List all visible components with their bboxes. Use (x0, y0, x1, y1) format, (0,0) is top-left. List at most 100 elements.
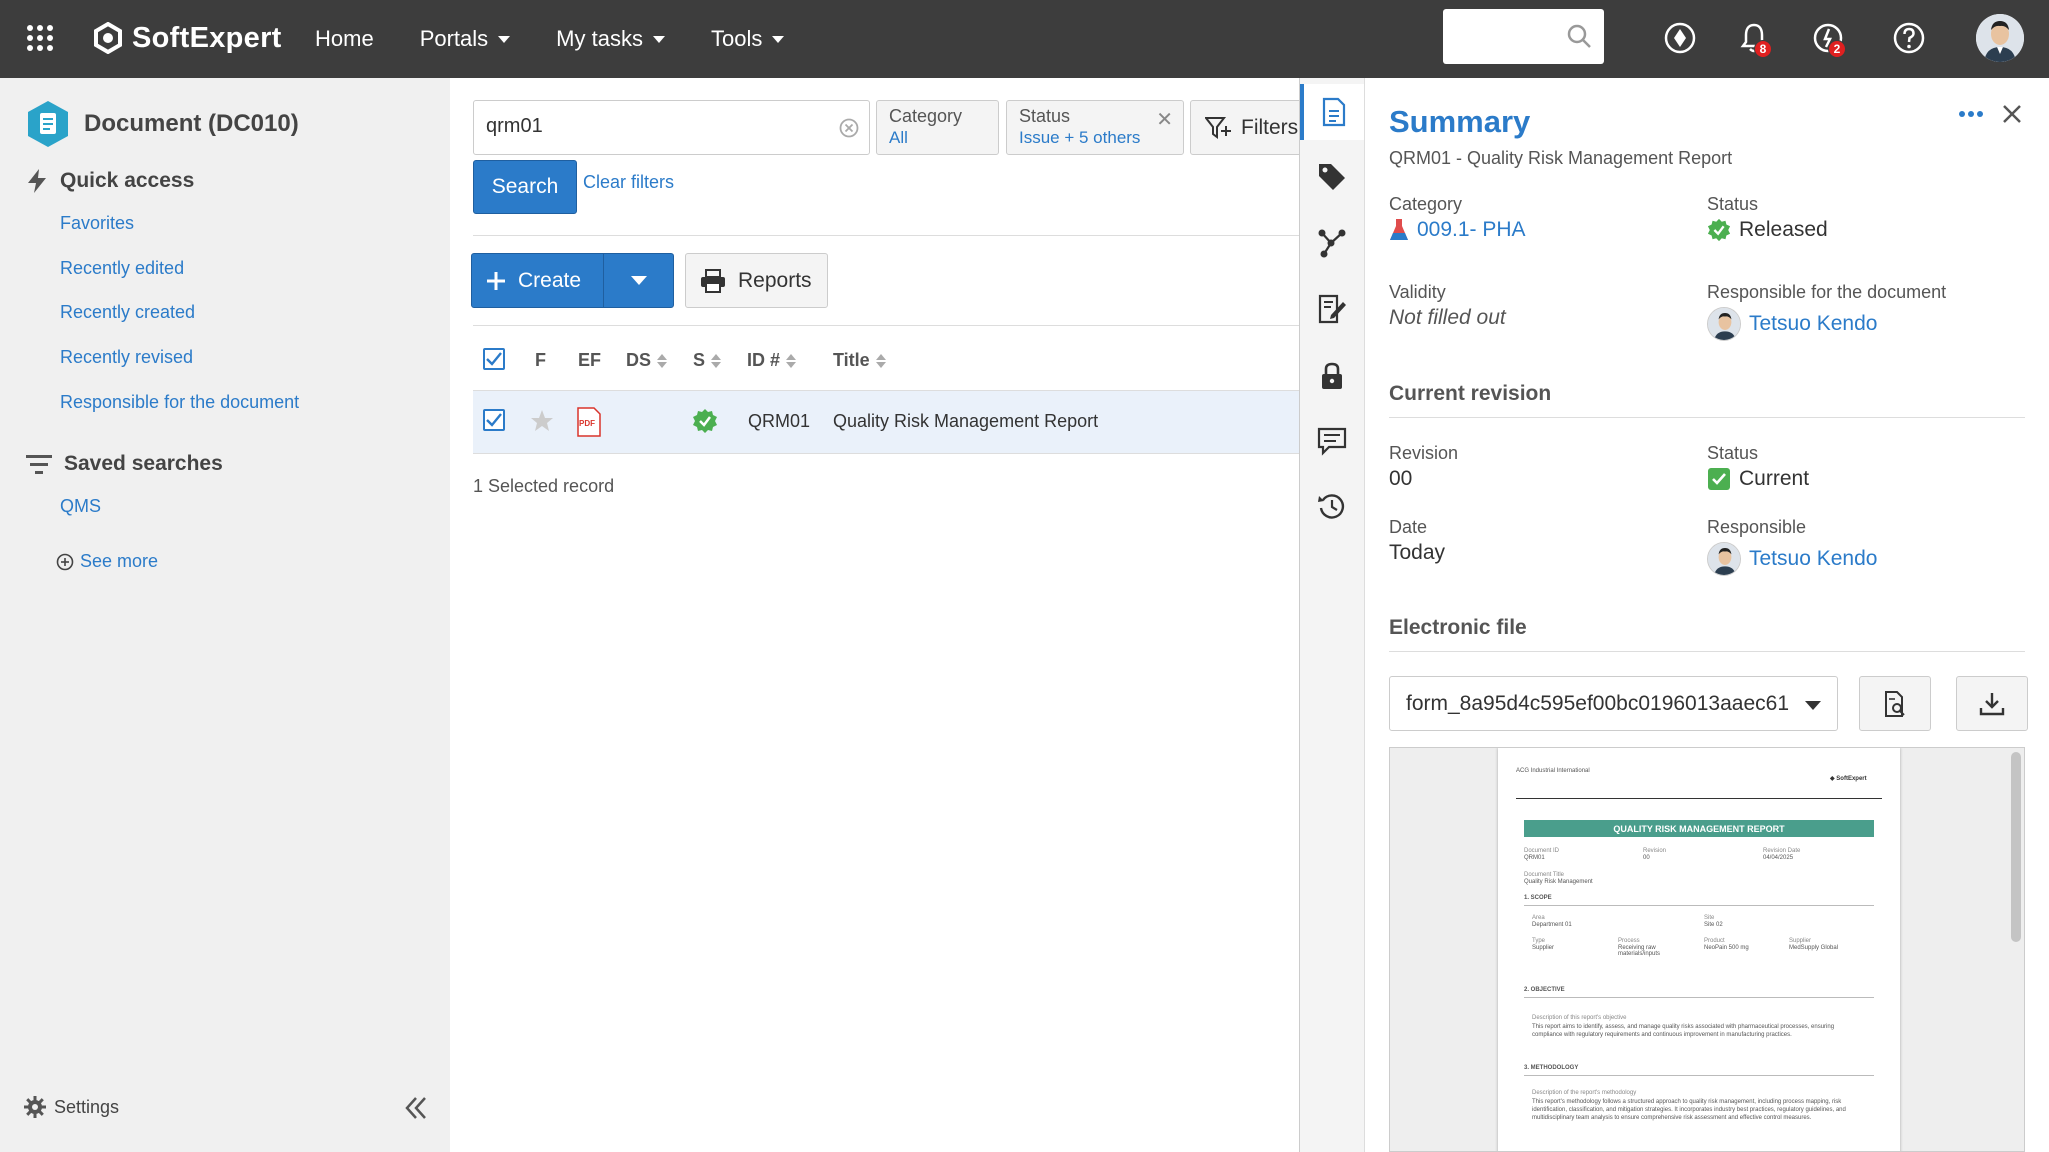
table-row[interactable]: PDF QRM01 Quality Risk Management Report (473, 390, 1299, 454)
document-page-preview: ACG Industrial International ◆ SoftExper… (1498, 748, 1900, 1151)
document-icon (1322, 97, 1346, 127)
nav-my-tasks[interactable]: My tasks (556, 26, 665, 52)
close-icon[interactable] (2002, 104, 2022, 124)
chevron-down-icon (772, 35, 785, 43)
nav-tools[interactable]: Tools (710, 26, 785, 52)
apps-grid-icon[interactable] (26, 24, 54, 52)
preview-doc-id-label: Document ID (1524, 848, 1560, 854)
global-search-input[interactable] (1453, 9, 1563, 62)
create-button[interactable]: Create (471, 253, 674, 308)
released-status-icon (1707, 218, 1731, 242)
column-ds[interactable]: DS (626, 350, 668, 371)
divider (1389, 417, 2025, 418)
column-ef[interactable]: EF (578, 350, 601, 371)
pdf-file-icon[interactable]: PDF (576, 407, 602, 442)
create-main-action[interactable]: Create (472, 254, 604, 307)
quick-link-recently-edited[interactable]: Recently edited (60, 258, 184, 279)
saved-search-qms[interactable]: QMS (60, 496, 101, 517)
reports-button-label: Reports (738, 268, 812, 292)
revision-label: Revision (1389, 443, 1459, 463)
preview-logo: ◆ SoftExpert (1830, 776, 1867, 782)
category-filter-chip[interactable]: Category All (876, 100, 999, 155)
sidebar: Document (DC010) Quick access Favorites … (0, 78, 450, 1152)
released-status-icon (693, 409, 717, 433)
preview-area: Department 01 (1532, 922, 1572, 928)
panel-subtitle: QRM01 - Quality Risk Management Report (1389, 148, 1733, 168)
settings-link[interactable]: Settings (24, 1096, 119, 1118)
responsible-value[interactable]: Tetsuo Kendo (1707, 542, 1877, 576)
softexpert-logo[interactable]: SoftExpert (92, 18, 282, 58)
search-icon[interactable] (1566, 23, 1592, 49)
tab-attributes[interactable] (1300, 149, 1364, 205)
nav-tools-label: Tools (710, 26, 763, 51)
tab-comments[interactable] (1300, 413, 1364, 469)
remove-filter-icon[interactable]: ✕ (1156, 107, 1173, 132)
preview-process-label: Process (1618, 938, 1640, 944)
file-select[interactable]: form_8a95d4c595ef00bc0196013aaec61 (1389, 676, 1838, 731)
column-id[interactable]: ID # (747, 350, 797, 371)
activity[interactable]: 2 (1810, 20, 1846, 60)
saved-searches-heading: Saved searches (26, 452, 223, 476)
tab-security[interactable] (1300, 348, 1364, 404)
divider (1389, 651, 2025, 652)
column-id-label: ID # (747, 350, 781, 370)
preview-scrollbar[interactable] (2011, 752, 2021, 942)
user-avatar[interactable] (1976, 14, 2024, 62)
user-avatar-icon (1976, 14, 2024, 62)
softexpert-logo-icon (94, 22, 122, 54)
favorite-star-icon[interactable] (529, 408, 555, 434)
plus-circle-icon (56, 553, 74, 570)
collapse-sidebar-icon[interactable] (402, 1094, 430, 1122)
signature-document-icon (1318, 294, 1346, 324)
clear-input-icon[interactable] (839, 118, 859, 138)
clear-filters-link[interactable]: Clear filters (583, 172, 674, 193)
download-button[interactable] (1956, 676, 2028, 731)
sort-icon (875, 353, 886, 368)
tab-summary[interactable] (1300, 84, 1364, 140)
module-title: Document (DC010) (26, 100, 299, 148)
nav-home[interactable]: Home (315, 26, 374, 52)
compass-icon[interactable] (1662, 20, 1698, 56)
filters-button[interactable]: Filters (1190, 100, 1310, 155)
reports-button[interactable]: Reports (685, 253, 828, 308)
quick-link-favorites[interactable]: Favorites (60, 213, 134, 234)
nav-portals[interactable]: Portals (420, 26, 511, 52)
create-button-label: Create (518, 268, 582, 292)
file-preview-viewer[interactable]: ACG Industrial International ◆ SoftExper… (1389, 747, 2025, 1152)
see-more-link[interactable]: See more (56, 551, 158, 572)
column-f[interactable]: F (535, 350, 546, 371)
column-title[interactable]: Title (833, 350, 886, 371)
caret-down-icon (630, 276, 647, 285)
category-value[interactable]: 009.1- PHA (1389, 218, 1526, 242)
quick-link-recently-created[interactable]: Recently created (60, 302, 195, 323)
query-input[interactable] (486, 115, 816, 138)
tab-approval[interactable] (1300, 281, 1364, 337)
row-checkbox[interactable] (483, 409, 505, 431)
status-filter-chip[interactable]: Status Issue + 5 others ✕ (1006, 100, 1184, 155)
preview-doc-title-label: Document Title (1524, 872, 1565, 878)
printer-icon (701, 268, 725, 293)
quick-link-responsible[interactable]: Responsible for the document (60, 392, 299, 413)
preview-objective-heading: 2. OBJECTIVE (1524, 987, 1565, 993)
help-icon[interactable] (1891, 20, 1927, 56)
date-value: Today (1389, 541, 1446, 564)
preview-rev-date: 04/04/2025 (1763, 855, 1794, 861)
column-s[interactable]: S (693, 350, 722, 371)
tab-history[interactable] (1300, 478, 1364, 534)
plus-icon (487, 271, 505, 290)
notifications[interactable]: 8 (1736, 20, 1772, 60)
create-dropdown-toggle[interactable] (604, 254, 673, 307)
search-button[interactable]: Search (473, 160, 577, 214)
select-all-checkbox[interactable] (483, 348, 505, 370)
preview-revision-label: Revision (1643, 848, 1667, 854)
responsible-doc-value[interactable]: Tetsuo Kendo (1707, 307, 1877, 341)
tab-relationships[interactable] (1300, 215, 1364, 271)
preview-site-label: Site (1704, 915, 1715, 921)
responsible-doc-name: Tetsuo Kendo (1749, 312, 1878, 335)
preview-methodology-heading: 3. METHODOLOGY (1524, 1065, 1579, 1071)
view-file-button[interactable] (1859, 676, 1931, 731)
electronic-file-heading: Electronic file (1389, 616, 1527, 639)
more-options-icon[interactable] (1959, 110, 1983, 118)
quick-link-recently-revised[interactable]: Recently revised (60, 347, 193, 368)
lock-icon (1322, 362, 1342, 389)
